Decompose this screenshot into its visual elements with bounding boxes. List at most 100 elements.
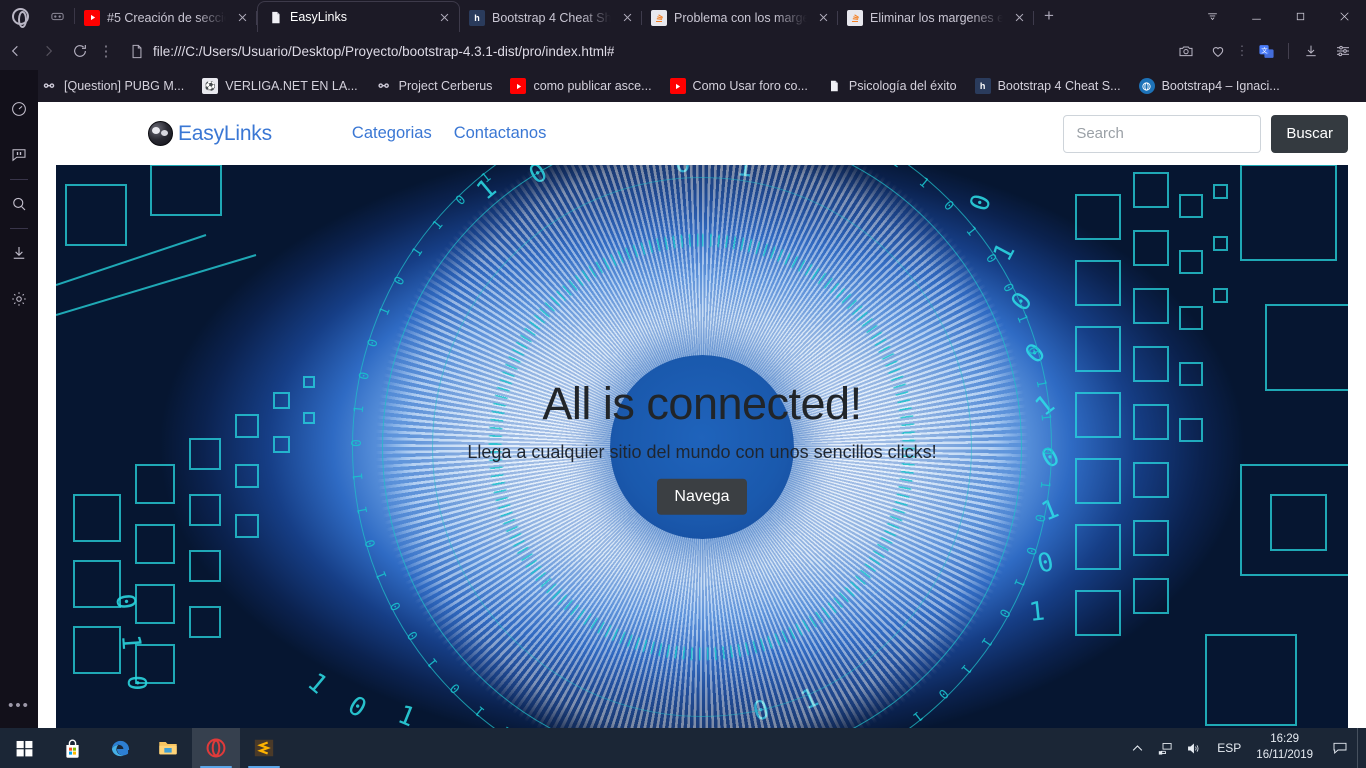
reload-button[interactable] (64, 35, 96, 67)
browser-tab[interactable]: Problema con los margene (642, 3, 838, 32)
opera-logo-icon (11, 7, 29, 28)
search-form: Buscar (1063, 114, 1348, 153)
page-actions-menu[interactable]: ⋮ (96, 35, 116, 67)
youtube-icon (510, 78, 527, 94)
clock-date: 16/11/2019 (1256, 749, 1313, 761)
search-button[interactable]: Buscar (1271, 114, 1348, 153)
bookmark-label: Bootstrap 4 Cheat S... (997, 79, 1121, 93)
hero-cta-button[interactable]: Navega (657, 478, 747, 515)
hackerthemes-icon: h (974, 78, 991, 94)
snapshot-icon[interactable] (1171, 36, 1201, 66)
maximize-button[interactable] (1278, 0, 1322, 32)
language-indicator[interactable]: ESP (1208, 741, 1250, 755)
volume-icon[interactable] (1180, 728, 1206, 768)
tab-divider (1033, 11, 1034, 25)
nav-link-categorias[interactable]: Categorias (352, 124, 432, 143)
browser-tab-active[interactable]: EasyLinks (257, 1, 460, 32)
sidebar-divider (10, 228, 28, 229)
sidebar-divider (10, 179, 28, 180)
opera-menu-button[interactable] (0, 0, 40, 32)
action-center-icon[interactable] (1325, 728, 1355, 768)
opera-icon[interactable] (192, 728, 240, 768)
tab-title: Eliminar los margenes en b (870, 10, 1003, 25)
svg-text:0: 0 (342, 690, 371, 724)
new-tab-button[interactable]: + (1034, 0, 1064, 32)
opera-sidebar: ••• (0, 70, 38, 728)
close-icon[interactable] (814, 9, 832, 27)
speed-dial-icon[interactable] (0, 86, 38, 132)
clock[interactable]: 16:29 16/11/2019 (1252, 732, 1323, 763)
hackerthemes-icon: h (469, 9, 485, 26)
bookmark-label: Como Usar foro co... (692, 79, 808, 93)
minimize-button[interactable] (1234, 0, 1278, 32)
microsoft-store-icon[interactable] (48, 728, 96, 768)
sidebar-more-button[interactable]: ••• (8, 697, 30, 728)
bookmark-item[interactable]: ⚽ VERLIGA.NET EN LA... (193, 74, 366, 98)
tab-title: EasyLinks (290, 10, 347, 24)
bookmark-item[interactable]: h Bootstrap 4 Cheat S... (966, 74, 1130, 98)
bookmark-item[interactable]: Psicología del éxito (817, 74, 966, 98)
page-viewport: EasyLinks Categorias Contactanos Buscar (38, 102, 1366, 728)
hero-subtitle: Llega a cualquier sitio del mundo con un… (467, 441, 937, 462)
close-icon[interactable] (1010, 9, 1028, 27)
tab-title: #5 Creación de sección-1 c (107, 10, 226, 25)
translate-icon[interactable]: 文 (1251, 36, 1281, 66)
search-icon[interactable] (0, 181, 38, 227)
site-nav-links: Categorias Contactanos (352, 124, 1063, 143)
browser-tab[interactable]: h Bootstrap 4 Cheat Sheet - (460, 3, 642, 32)
bookmark-item[interactable]: ⚯ [Question] PUBG M... (32, 74, 193, 98)
back-button[interactable] (0, 35, 32, 67)
easy-setup-icon[interactable] (1328, 36, 1358, 66)
lifeboat-icon: ⚯ (43, 79, 55, 93)
lifeboat-icon: ⚯ (378, 79, 389, 93)
browser-tab[interactable]: #5 Creación de sección-1 c (75, 3, 257, 32)
tab-list: #5 Creación de sección-1 c EasyLinks h B… (75, 0, 1190, 32)
close-icon[interactable] (435, 8, 453, 26)
brand-logo[interactable]: EasyLinks (148, 121, 272, 146)
settings-icon[interactable] (0, 276, 38, 322)
tab-cycler-icon[interactable] (40, 0, 74, 32)
downloads-icon[interactable] (0, 230, 38, 276)
opera-browser-window: #5 Creación de sección-1 c EasyLinks h B… (0, 0, 1366, 768)
bookmark-label: Project Cerberus (398, 79, 493, 93)
download-icon[interactable] (1296, 36, 1326, 66)
show-desktop-button[interactable] (1357, 728, 1364, 768)
show-hidden-icons-chevron[interactable] (1124, 728, 1150, 768)
heart-icon[interactable] (1203, 36, 1233, 66)
svg-text:0: 0 (121, 675, 151, 691)
close-icon[interactable] (618, 9, 636, 27)
close-button[interactable] (1322, 0, 1366, 32)
globe-icon (1138, 78, 1155, 94)
windows-taskbar: ESP 16:29 16/11/2019 (0, 728, 1366, 768)
hero-banner: 0 1 0 0 1 0 1 0 1 0 1 0 1 0 1 1 0 1 0 0 … (56, 165, 1348, 728)
icon-divider (1283, 36, 1294, 66)
hero-title: All is connected! (542, 377, 862, 429)
edge-icon[interactable] (96, 728, 144, 768)
hero-content: All is connected! Llega a cualquier siti… (56, 378, 1348, 515)
bookmark-item[interactable]: Como Usar foro co... (661, 74, 817, 98)
messenger-icon[interactable] (0, 132, 38, 178)
extensions-overflow-icon[interactable]: ⋮ (1235, 36, 1249, 66)
forward-button[interactable] (32, 35, 64, 67)
start-button[interactable] (0, 728, 48, 768)
search-input[interactable] (1063, 114, 1262, 153)
bookmark-label: Psicología del éxito (848, 79, 957, 93)
svg-text:0: 0 (109, 592, 141, 612)
sublime-text-icon[interactable] (240, 728, 288, 768)
bookmark-label: como publicar asce... (533, 79, 652, 93)
tab-title: Bootstrap 4 Cheat Sheet - (492, 10, 611, 25)
bookmark-item[interactable]: Bootstrap4 – Ignaci... (1130, 74, 1289, 98)
youtube-icon (84, 9, 100, 26)
nav-link-contactanos[interactable]: Contactanos (454, 124, 547, 143)
file-explorer-icon[interactable] (144, 728, 192, 768)
document-icon (826, 78, 842, 94)
url-field[interactable]: file:///C:/Users/Usuario/Desktop/Proyect… (116, 37, 1171, 65)
tab-menu-icon[interactable] (1190, 0, 1234, 32)
bookmark-item[interactable]: como publicar asce... (501, 74, 660, 98)
browser-tab[interactable]: Eliminar los margenes en b (838, 3, 1034, 32)
bookmark-item[interactable]: ⚯ Project Cerberus (367, 74, 502, 98)
bookmark-label: VERLIGA.NET EN LA... (225, 79, 358, 93)
close-icon[interactable] (233, 9, 251, 27)
svg-text:1: 1 (393, 700, 419, 728)
network-icon[interactable] (1152, 728, 1178, 768)
